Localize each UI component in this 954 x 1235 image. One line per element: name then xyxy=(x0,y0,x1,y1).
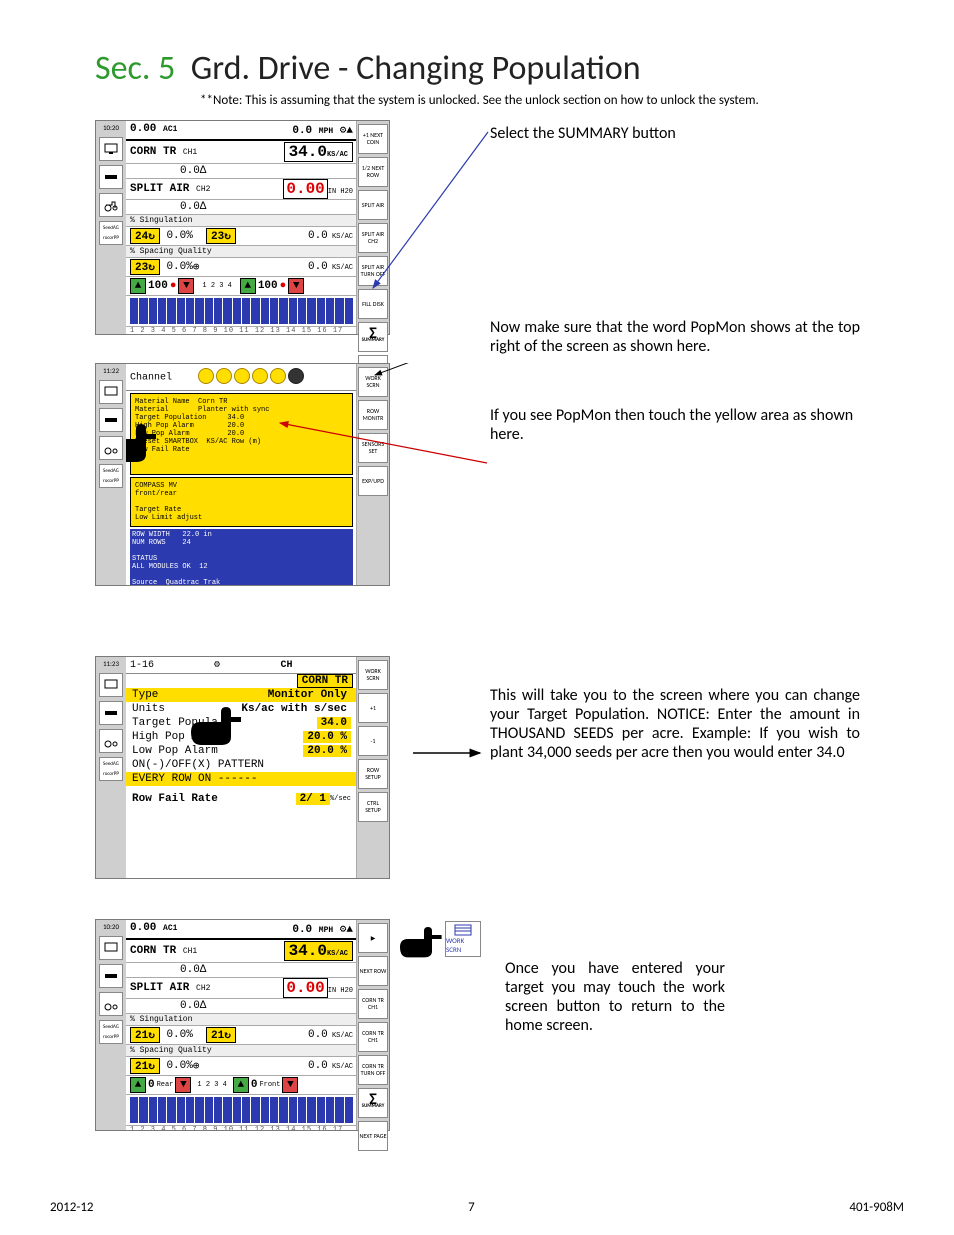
brand-icon[interactable]: SeedAGrocorPP xyxy=(99,1020,123,1044)
brand-icon[interactable]: SeedAGrocorPP xyxy=(99,221,123,245)
monitor-icon[interactable] xyxy=(99,936,123,960)
next-page-button[interactable]: NEXT PAGE xyxy=(358,1121,388,1151)
left-toolbar: 10:20 SeedAGrocorPP xyxy=(96,121,127,334)
target-population-field[interactable]: 34.0 xyxy=(317,717,351,729)
work-screen-button-large[interactable]: WORK SCRN xyxy=(445,921,481,957)
row-bars xyxy=(126,296,357,327)
screenshot-2: 11:22 SeedAGrocorPP Channel Material Nam… xyxy=(95,363,390,586)
sidebtn-1[interactable]: NEXT ROW xyxy=(358,956,388,986)
monitor-icon[interactable] xyxy=(99,380,123,404)
sidebtn-2[interactable]: CORN TR CH1 xyxy=(358,989,388,1019)
tractor-icon[interactable] xyxy=(99,729,123,753)
popmon-panel[interactable]: Material Name Corn TR Material Planter w… xyxy=(130,393,353,475)
section-name: Grd. Drive - Changing Population xyxy=(191,48,641,89)
row-bars xyxy=(126,1095,357,1126)
right-toolbar: ▶ NEXT ROW CORN TR CH1 CORN TR CH1 CORN … xyxy=(356,920,389,1130)
screenshot-3: 11:23 SeedAGrocorPP 1-16 ⚙ CH CORN TR Ty… xyxy=(95,656,390,879)
config-icon[interactable] xyxy=(99,701,123,725)
screen-content: 1-16 ⚙ CH CORN TR TypeMonitor Only Units… xyxy=(126,657,357,878)
page-footer: 2012-12 7 401-908M xyxy=(50,1200,904,1215)
status-panel: ROW WIDTH 22.0 in NUM ROWS 24 STATUS ALL… xyxy=(130,529,353,585)
instruction-4: Once you have entered your target you ma… xyxy=(505,919,725,1035)
screen-content: 0.00 AC1 0.0 MPH ⚙▲ CORN TR CH1 34.0KS/A… xyxy=(126,920,357,1130)
work-screen-button[interactable]: WORK SCRN xyxy=(358,367,388,397)
tractor-icon[interactable] xyxy=(99,992,123,1016)
sidebtn-3[interactable]: SPLIT AIR CH2 xyxy=(358,223,388,253)
tractor-icon[interactable] xyxy=(99,193,123,217)
footer-date: 2012-12 xyxy=(50,1200,94,1215)
brand-icon[interactable]: SeedAGrocorPP xyxy=(99,464,123,488)
summary-button[interactable]: ΣSUMMARY xyxy=(358,1088,388,1118)
left-toolbar: 10:20 SeedAGrocorPP xyxy=(96,920,127,1130)
sidebtn-0[interactable]: +1 NEXT COIN xyxy=(358,124,388,154)
row-monitor-button[interactable]: ROW MONITR xyxy=(358,400,388,430)
config-icon[interactable] xyxy=(99,165,123,189)
sidebtn-2[interactable]: SPLIT AIR xyxy=(358,190,388,220)
sidebtn-3[interactable]: CORN TR CH1 xyxy=(358,1022,388,1052)
tractor-icon[interactable] xyxy=(99,436,123,460)
config-icon[interactable] xyxy=(99,964,123,988)
sidebtn-1[interactable]: 1/2 NEXT ROW xyxy=(358,157,388,187)
left-toolbar: 11:22 SeedAGrocorPP xyxy=(96,364,127,585)
sidebtn-0[interactable]: ▶ xyxy=(358,923,388,953)
page-title: Sec. 5 Grd. Drive - Changing Population xyxy=(95,48,904,89)
summary-button[interactable]: ΣSUMMARY xyxy=(358,322,388,352)
instruction-2a: Now make sure that the word PopMon shows… xyxy=(490,318,860,356)
footer-doc: 401-908M xyxy=(849,1200,904,1215)
up-arrow-icon[interactable]: ▲ xyxy=(130,278,146,294)
instruction-3: This will take you to the screen where y… xyxy=(490,656,860,762)
pointing-hand-icon xyxy=(395,919,445,959)
row-setup-button[interactable]: ROW SETUP xyxy=(358,759,388,789)
screenshot-1: 10:20 SeedAGrocorPP 0.00 AC1 0.0 MPH ⚙▲ … xyxy=(95,120,390,335)
ctrl-setup-button[interactable]: CTRL SETUP xyxy=(358,792,388,822)
instruction-2b: If you see PopMon then touch the yellow … xyxy=(490,406,860,444)
screen-content: Channel Material Name Corn TR Material P… xyxy=(126,364,357,585)
right-toolbar: WORK SCRN ROW MONITR SENSORS SET EXP/UPD xyxy=(356,364,389,585)
work-screen-button[interactable]: WORK SCRN xyxy=(358,660,388,690)
sidebtn-4[interactable]: CORN TR TURN OFF xyxy=(358,1055,388,1085)
right-toolbar: WORK SCRN +1 -1 ROW SETUP CTRL SETUP xyxy=(356,657,389,878)
sidebtn-5[interactable]: FILL DISK xyxy=(358,289,388,319)
section-number: Sec. 5 xyxy=(95,48,175,89)
note-text: **Note: This is assuming that the system… xyxy=(200,93,820,108)
down-arrow-icon[interactable]: ▼ xyxy=(288,278,304,294)
minus-button[interactable]: -1 xyxy=(358,726,388,756)
screen-content: 0.00 AC1 0.0 MPH ⚙▲ CORN TR CH1 34.0KS/A… xyxy=(126,121,357,334)
brand-icon[interactable]: SeedAGrocorPP xyxy=(99,757,123,781)
up-arrow-icon[interactable]: ▲ xyxy=(240,278,256,294)
sidebtn-4[interactable]: SPLIT AIR TURN OFF xyxy=(358,256,388,286)
export-button[interactable]: EXP/UPD xyxy=(358,466,388,496)
monitor-icon[interactable] xyxy=(99,137,123,161)
sensors-button[interactable]: SENSORS SET xyxy=(358,433,388,463)
right-toolbar: +1 NEXT COIN 1/2 NEXT ROW SPLIT AIR SPLI… xyxy=(356,121,389,334)
instruction-1: Select the SUMMARY button xyxy=(490,120,840,143)
config-icon[interactable] xyxy=(99,408,123,432)
footer-page: 7 xyxy=(468,1200,475,1215)
down-arrow-icon[interactable]: ▼ xyxy=(178,278,194,294)
work-screen-callout: WORK SCRN xyxy=(395,919,481,959)
led-icon xyxy=(198,368,214,384)
monitor-icon[interactable] xyxy=(99,673,123,697)
screenshot-4: 10:20 SeedAGrocorPP 0.00 AC1 0.0 MPH ⚙▲ … xyxy=(95,919,390,1131)
left-toolbar: 11:23 SeedAGrocorPP xyxy=(96,657,127,878)
plus-button[interactable]: +1 xyxy=(358,693,388,723)
